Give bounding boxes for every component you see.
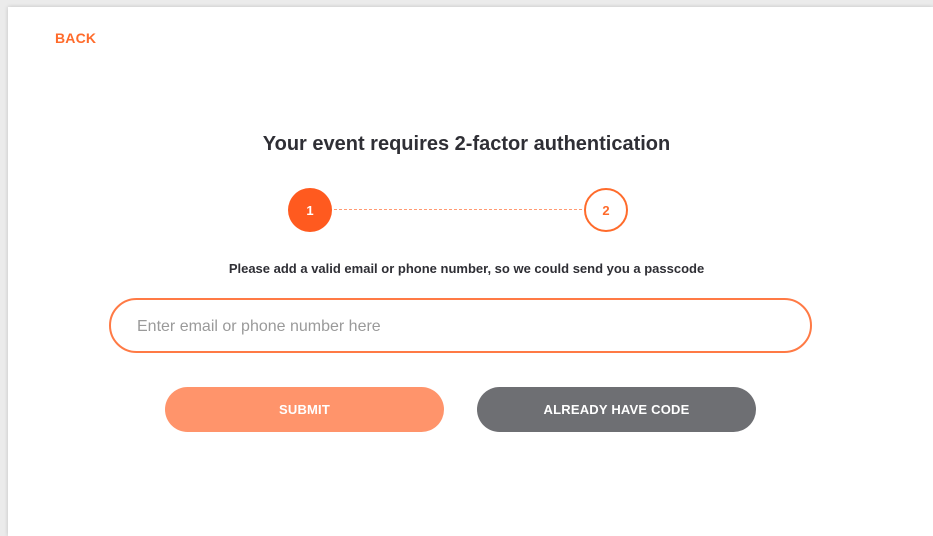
step-2-indicator: 2 [584,188,628,232]
step-indicator: 1 2 [288,188,632,234]
submit-button[interactable]: SUBMIT [165,387,444,432]
step-1-indicator: 1 [288,188,332,232]
two-factor-modal: BACK Your event requires 2-factor authen… [8,7,933,536]
step-connector-line [334,209,582,210]
contact-input-container [109,298,812,353]
instructions-text: Please add a valid email or phone number… [228,261,705,276]
page-title: Your event requires 2-factor authenticat… [262,133,671,155]
contact-input[interactable] [135,300,789,353]
back-link[interactable]: BACK [55,30,96,46]
already-have-code-button[interactable]: ALREADY HAVE CODE [477,387,756,432]
